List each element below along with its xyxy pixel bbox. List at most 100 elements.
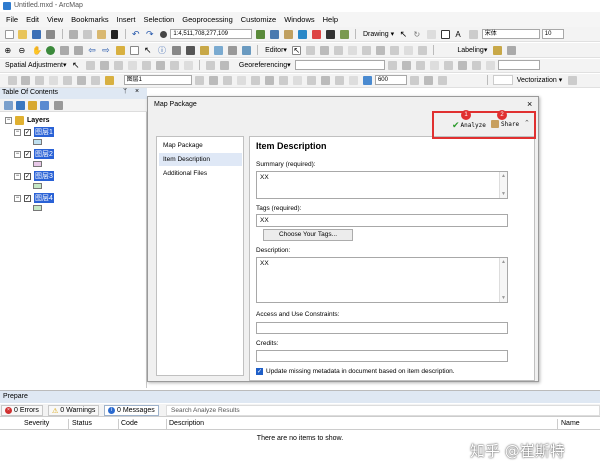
editor-menu[interactable]: Editor▾ xyxy=(265,47,287,54)
layer-visibility-checkbox[interactable]: ✓ xyxy=(24,128,31,136)
layer-symbol-swatch[interactable] xyxy=(33,161,42,167)
fit-to-display-icon[interactable] xyxy=(485,60,495,70)
list-by-selection-icon[interactable] xyxy=(39,101,49,110)
tree-row-layer[interactable]: − ✓ 图层2 xyxy=(14,149,54,159)
eraser-icon[interactable] xyxy=(348,75,358,85)
edge-match-icon[interactable] xyxy=(206,60,216,70)
full-extent-icon[interactable] xyxy=(46,45,56,55)
pan-icon[interactable]: ✋ xyxy=(32,46,42,55)
zoom-in-icon[interactable]: ⊕ xyxy=(5,46,14,55)
auto-registration-icon[interactable] xyxy=(457,60,467,70)
select-elements-icon[interactable]: ↖ xyxy=(72,60,81,70)
georeferencing-layer-combo[interactable] xyxy=(294,60,385,70)
new-document-icon[interactable] xyxy=(4,29,14,39)
description-field[interactable]: XX xyxy=(256,257,508,303)
rectangle-icon[interactable] xyxy=(441,29,451,39)
create-features-icon[interactable] xyxy=(417,45,427,55)
menu-edit[interactable]: Edit xyxy=(26,15,39,24)
collapse-icon[interactable]: − xyxy=(5,117,12,124)
modify-link-icon[interactable] xyxy=(99,60,109,70)
labeling-menu[interactable]: Labeling▾ xyxy=(457,47,487,54)
create-viewer-icon[interactable] xyxy=(241,45,251,55)
save-icon[interactable] xyxy=(32,29,42,39)
pin-icon[interactable]: ᛘ xyxy=(123,88,127,95)
menu-selection[interactable]: Selection xyxy=(143,15,174,24)
clear-selection-icon[interactable] xyxy=(130,45,140,55)
layer-visibility-checkbox[interactable]: ✓ xyxy=(24,150,31,158)
choose-tags-button[interactable]: Choose Your Tags... xyxy=(263,229,353,241)
spatial-adjustment-menu[interactable]: Spatial Adjustment▾ xyxy=(5,62,67,69)
fill-icon[interactable] xyxy=(236,75,246,85)
menu-insert[interactable]: Insert xyxy=(117,15,136,24)
inverse-transform-icon[interactable] xyxy=(443,60,453,70)
attributes-icon[interactable] xyxy=(390,45,400,55)
collapse-icon[interactable]: − xyxy=(14,172,21,180)
rectangle-tool-icon[interactable] xyxy=(292,75,302,85)
magic-wand-icon[interactable] xyxy=(334,75,344,85)
layer-combo[interactable]: 图层1 xyxy=(123,75,192,85)
new-limited-adjustment-icon[interactable] xyxy=(141,60,151,70)
layout-pan-icon[interactable] xyxy=(35,75,45,85)
python-window-icon[interactable] xyxy=(325,29,335,39)
new-displacement-link-icon[interactable] xyxy=(85,60,95,70)
collapse-icon[interactable]: − xyxy=(14,128,21,136)
layer-symbol-swatch[interactable] xyxy=(33,139,42,145)
modelbuilder-icon[interactable] xyxy=(339,29,349,39)
polygon-tool-icon[interactable] xyxy=(320,75,330,85)
layer-symbol-swatch[interactable] xyxy=(33,205,42,211)
share-icon[interactable] xyxy=(438,75,448,85)
delete-icon[interactable] xyxy=(111,29,119,39)
view-link-table-icon[interactable] xyxy=(429,60,439,70)
edit-vertices-icon[interactable] xyxy=(469,29,479,39)
undo-icon[interactable]: ↶ xyxy=(132,29,141,39)
layer-visibility-checkbox[interactable]: ✓ xyxy=(24,194,31,202)
hyperlink-icon[interactable] xyxy=(199,45,209,55)
edit-tool-icon[interactable]: ↖ xyxy=(292,45,302,55)
toggle-draft-mode-icon[interactable] xyxy=(105,75,115,85)
menu-bookmarks[interactable]: Bookmarks xyxy=(71,15,109,24)
column-severity[interactable]: Severity xyxy=(24,420,49,427)
print-icon[interactable] xyxy=(46,29,56,39)
resolution-icon[interactable] xyxy=(362,75,372,85)
summary-field[interactable]: XX xyxy=(256,171,508,199)
cell-selection-icon[interactable] xyxy=(264,75,274,85)
collapse-icon[interactable]: − xyxy=(14,194,21,202)
rotate-feature-icon[interactable] xyxy=(376,45,386,55)
html-popup-icon[interactable] xyxy=(213,45,223,55)
font-name-combo[interactable]: 宋体 xyxy=(481,29,540,39)
attribute-transfer-icon[interactable] xyxy=(183,60,193,70)
list-by-visibility-icon[interactable] xyxy=(27,101,37,110)
layout-forward-icon[interactable] xyxy=(91,75,101,85)
drawing-menu[interactable]: Drawing ▾ xyxy=(363,31,394,38)
measure-icon[interactable] xyxy=(185,45,195,55)
edit-annotation-icon[interactable] xyxy=(306,45,316,55)
select-elements-icon[interactable]: ↖ xyxy=(400,29,409,39)
select-elements-icon[interactable]: ↖ xyxy=(144,45,153,55)
dialog-close-icon[interactable]: × xyxy=(527,99,532,109)
vectorization-settings-icon[interactable] xyxy=(567,75,577,85)
rotate-raster-icon[interactable] xyxy=(388,60,398,70)
tree-row-layer[interactable]: − ✓ 图层1 xyxy=(14,127,54,137)
straight-segment-icon[interactable] xyxy=(320,45,330,55)
column-name[interactable]: Name xyxy=(561,420,580,427)
warnings-tab[interactable]: ⚠ 0 Warnings xyxy=(48,405,100,416)
menu-help[interactable]: Help xyxy=(323,15,338,24)
label-manager-icon[interactable] xyxy=(492,45,502,55)
point-icon[interactable] xyxy=(348,45,358,55)
search-analyze-results-input[interactable]: Search Analyze Results xyxy=(166,405,600,416)
constraints-field[interactable] xyxy=(256,322,508,334)
georeferencing-menu[interactable]: Georeferencing▾ xyxy=(239,62,291,69)
zoom-whole-page-icon[interactable] xyxy=(63,75,73,85)
vectorization-combo[interactable] xyxy=(492,75,513,85)
add-data-icon[interactable] xyxy=(159,30,167,38)
forward-extent-icon[interactable]: ⇨ xyxy=(102,45,111,55)
adjust-preview-icon[interactable] xyxy=(220,60,230,70)
update-metadata-row[interactable]: ✓ Update missing metadata in document ba… xyxy=(256,368,455,375)
column-status[interactable]: Status xyxy=(72,420,92,427)
tree-row-layer[interactable]: − ✓ 图层4 xyxy=(14,193,54,203)
print-preview-icon[interactable] xyxy=(424,75,434,85)
layer-visibility-checkbox[interactable]: ✓ xyxy=(24,172,31,180)
select-features-icon[interactable] xyxy=(116,45,126,55)
collapse-icon[interactable]: − xyxy=(14,150,21,158)
tags-field[interactable]: XX xyxy=(256,214,508,227)
